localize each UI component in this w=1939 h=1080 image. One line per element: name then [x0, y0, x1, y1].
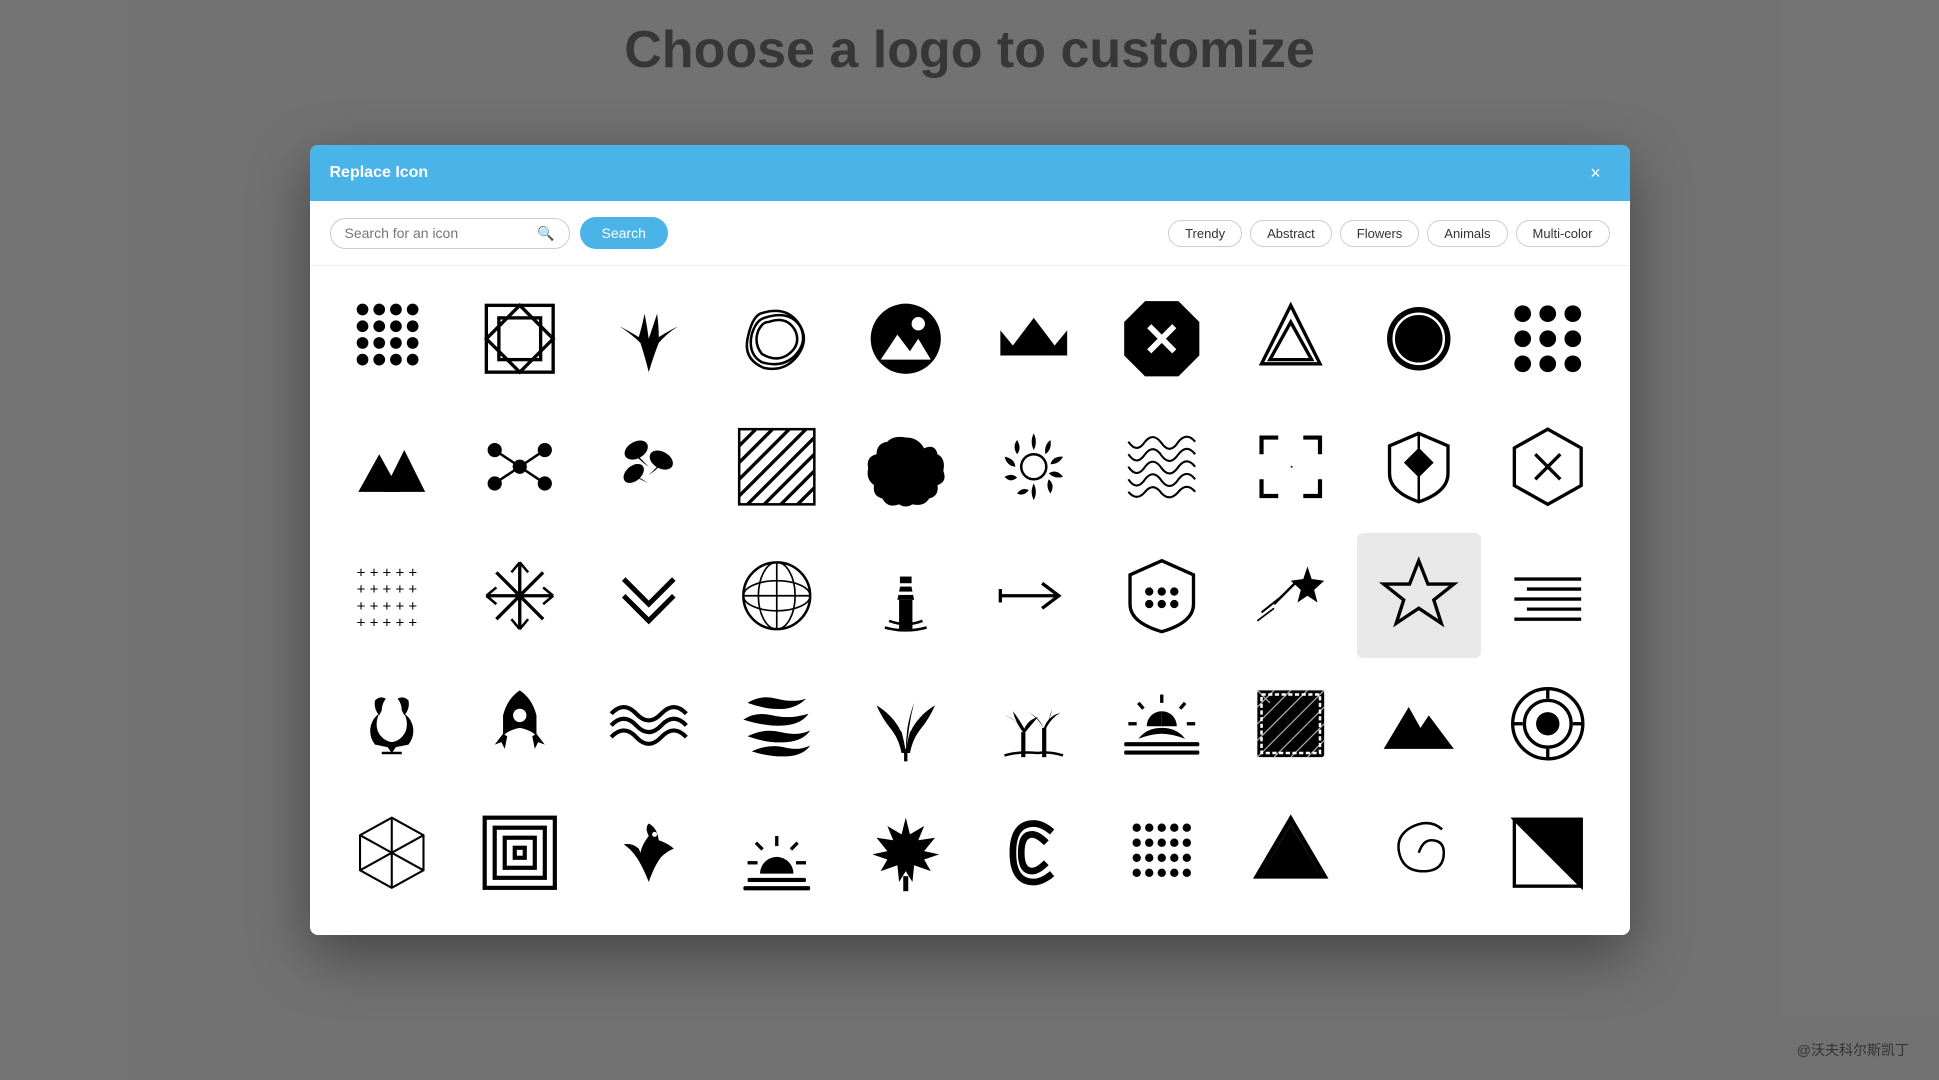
- replace-icon-modal: Replace Icon × 🔍 Search Trendy Abstract …: [310, 145, 1630, 934]
- icon-arrow-right[interactable]: [972, 533, 1096, 657]
- icon-scribble-lines[interactable]: [1100, 405, 1224, 529]
- icon-mountains[interactable]: [330, 405, 454, 529]
- search-input[interactable]: [345, 225, 538, 241]
- icon-rocket[interactable]: [458, 662, 582, 786]
- svg-text:+ + + + +: + + + + +: [357, 564, 418, 581]
- icon-spiral-circle[interactable]: [1357, 790, 1481, 914]
- icon-laurel-wreath[interactable]: [330, 662, 454, 786]
- icon-shield-half[interactable]: [1357, 405, 1481, 529]
- icon-nodes[interactable]: [458, 405, 582, 529]
- icon-square-diagonal[interactable]: [1485, 790, 1609, 914]
- icon-scribble-circle[interactable]: [715, 276, 839, 400]
- filter-tags: Trendy Abstract Flowers Animals Multi-co…: [1168, 220, 1609, 247]
- icon-nine-dots[interactable]: [1485, 276, 1609, 400]
- modal-toolbar: 🔍 Search Trendy Abstract Flowers Animals…: [310, 201, 1630, 266]
- icon-crop-corners[interactable]: [1228, 405, 1352, 529]
- icon-cross-pattern[interactable]: + + + + + + + + + + + + + + + + + + + +: [330, 533, 454, 657]
- icon-botanical-branch[interactable]: [586, 276, 710, 400]
- icon-floral-blob[interactable]: [843, 405, 967, 529]
- icon-waves[interactable]: [586, 662, 710, 786]
- icon-grid: + + + + + + + + + + + + + + + + + + + +: [330, 276, 1610, 914]
- close-button[interactable]: ×: [1582, 159, 1610, 187]
- search-button[interactable]: Search: [580, 217, 668, 249]
- icon-sphere-grid[interactable]: [715, 533, 839, 657]
- icon-sunrise-outlined[interactable]: [715, 790, 839, 914]
- search-area: 🔍 Search: [330, 217, 668, 249]
- icon-crown[interactable]: [972, 276, 1096, 400]
- filter-flowers[interactable]: Flowers: [1340, 220, 1420, 247]
- icon-palm-trees[interactable]: [972, 662, 1096, 786]
- icon-maple-leaf[interactable]: [843, 790, 967, 914]
- icon-c-logo[interactable]: [972, 790, 1096, 914]
- icon-x-octagon[interactable]: [1100, 276, 1224, 400]
- search-input-wrap: 🔍: [330, 218, 570, 249]
- icon-hexagon-wireframe[interactable]: [330, 790, 454, 914]
- icon-leaf-branch[interactable]: [586, 405, 710, 529]
- icon-shield-dots[interactable]: [1100, 533, 1224, 657]
- icon-double-triangle[interactable]: [1228, 276, 1352, 400]
- icon-lighthouse[interactable]: [843, 533, 967, 657]
- icon-wax-seal[interactable]: [1357, 276, 1481, 400]
- filter-trendy[interactable]: Trendy: [1168, 220, 1242, 247]
- icon-dot-grid[interactable]: [1100, 790, 1224, 914]
- icon-brush-strokes[interactable]: [715, 662, 839, 786]
- svg-text:+ + + + +: + + + + +: [357, 581, 418, 598]
- filter-multicolor[interactable]: Multi-color: [1516, 220, 1610, 247]
- modal-title: Replace Icon: [330, 164, 429, 182]
- icon-snowflake-burst[interactable]: [458, 533, 582, 657]
- icon-diamond-square[interactable]: [458, 276, 582, 400]
- filter-animals[interactable]: Animals: [1427, 220, 1507, 247]
- icon-speed-lines[interactable]: [1485, 533, 1609, 657]
- icon-impossible-triangle[interactable]: [1228, 790, 1352, 914]
- icon-diagonal-stripes[interactable]: [715, 405, 839, 529]
- icon-double-chevron[interactable]: [586, 533, 710, 657]
- icon-fabric-patch[interactable]: [1228, 662, 1352, 786]
- icon-sunset[interactable]: [1100, 662, 1224, 786]
- filter-abstract[interactable]: Abstract: [1250, 220, 1332, 247]
- icon-mountain-silhouette[interactable]: [1357, 662, 1481, 786]
- icon-grid-container: + + + + + + + + + + + + + + + + + + + +: [310, 266, 1630, 934]
- icon-nested-squares[interactable]: [458, 790, 582, 914]
- icon-floral-wreath[interactable]: [972, 405, 1096, 529]
- icon-palm-leaf[interactable]: [843, 662, 967, 786]
- modal-header: Replace Icon ×: [310, 145, 1630, 201]
- search-icon: 🔍: [537, 225, 554, 242]
- icon-dots-pattern[interactable]: [330, 276, 454, 400]
- icon-shooting-star[interactable]: [1228, 533, 1352, 657]
- icon-star-outlined[interactable]: [1357, 533, 1481, 657]
- svg-text:+ + + + +: + + + + +: [357, 614, 418, 631]
- icon-x-hexagon[interactable]: [1485, 405, 1609, 529]
- watermark: @沃夫科尔斯凯丁: [1797, 1040, 1909, 1060]
- icon-bird[interactable]: [586, 790, 710, 914]
- svg-text:+ + + + +: + + + + +: [357, 598, 418, 615]
- icon-eye-circle[interactable]: [1485, 662, 1609, 786]
- icon-mountain-circle[interactable]: [843, 276, 967, 400]
